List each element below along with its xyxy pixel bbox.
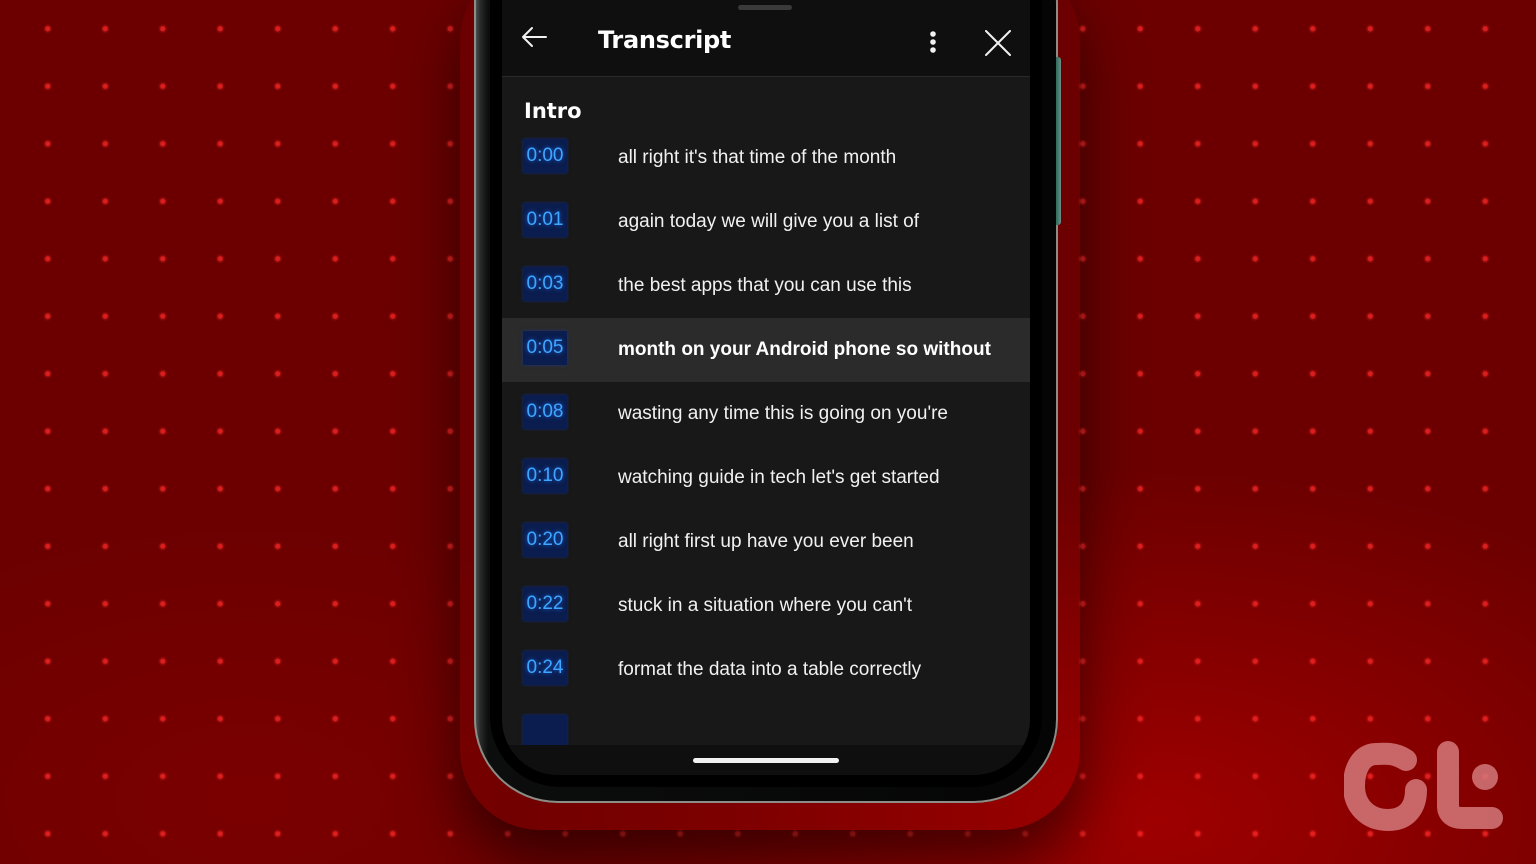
close-button[interactable] xyxy=(985,30,1011,56)
transcript-row[interactable]: 0:03 the best apps that you can use this xyxy=(502,254,1030,318)
transcript-text: all right first up have you ever been xyxy=(618,531,914,552)
transcript-row[interactable]: 0:01 again today we will give you a list … xyxy=(502,190,1030,254)
home-indicator[interactable] xyxy=(693,758,839,763)
timestamp-link[interactable]: 0:05 xyxy=(523,331,567,365)
timestamp-link[interactable]: 0:20 xyxy=(523,523,567,557)
transcript-row[interactable]: 0:22 stuck in a situation where you can't xyxy=(502,574,1030,638)
transcript-text: again today we will give you a list of xyxy=(618,211,919,232)
transcript-row[interactable]: 0:20 all right first up have you ever bee… xyxy=(502,510,1030,574)
phone-side-button xyxy=(1056,57,1061,225)
chapter-title: Intro xyxy=(524,99,582,123)
phone-screen: Transcript Intro 0:00 all right it's that… xyxy=(502,0,1030,775)
timestamp-link[interactable]: 0:22 xyxy=(523,587,567,621)
back-button[interactable] xyxy=(520,26,548,48)
timestamp-link[interactable] xyxy=(523,715,567,745)
timestamp-link[interactable]: 0:10 xyxy=(523,459,567,493)
guiding-tech-logo-icon xyxy=(1343,741,1503,831)
transcript-text: the best apps that you can use this xyxy=(618,275,912,296)
transcript-text: wasting any time this is going on you're xyxy=(618,403,948,424)
page-title: Transcript xyxy=(598,26,732,54)
transcript-row-active[interactable]: 0:05 month on your Android phone so witho… xyxy=(502,318,1030,382)
transcript-row[interactable]: 0:08 wasting any time this is going on yo… xyxy=(502,382,1030,446)
more-vertical-icon xyxy=(930,31,936,53)
transcript-header: Transcript xyxy=(502,0,1030,77)
timestamp-link[interactable]: 0:08 xyxy=(523,395,567,429)
timestamp-link[interactable]: 0:03 xyxy=(523,267,567,301)
close-icon xyxy=(985,30,1011,56)
watermark-logo xyxy=(1343,740,1506,832)
timestamp-link[interactable]: 0:00 xyxy=(523,139,567,173)
transcript-row[interactable]: 0:00 all right it's that time of the mont… xyxy=(502,126,1030,190)
transcript-panel[interactable]: Intro 0:00 all right it's that time of th… xyxy=(502,77,1030,745)
timestamp-link[interactable]: 0:01 xyxy=(523,203,567,237)
transcript-row[interactable]: 0:24 format the data into a table correct… xyxy=(502,638,1030,702)
navigation-bar xyxy=(502,745,1030,775)
transcript-list: 0:00 all right it's that time of the mont… xyxy=(502,126,1030,745)
transcript-text: stuck in a situation where you can't xyxy=(618,595,913,616)
transcript-text: format the data into a table correctly xyxy=(618,659,922,680)
transcript-text: month on your Android phone so without xyxy=(618,339,991,360)
transcript-row[interactable]: 0:10 watching guide in tech let's get sta… xyxy=(502,446,1030,510)
drag-handle[interactable] xyxy=(738,5,792,10)
transcript-row-partial[interactable] xyxy=(502,702,1030,745)
transcript-text: watching guide in tech let's get started xyxy=(618,467,940,488)
timestamp-link[interactable]: 0:24 xyxy=(523,651,567,685)
arrow-left-icon xyxy=(522,27,547,47)
transcript-text: all right it's that time of the month xyxy=(618,147,897,168)
more-options-button[interactable] xyxy=(926,30,940,58)
